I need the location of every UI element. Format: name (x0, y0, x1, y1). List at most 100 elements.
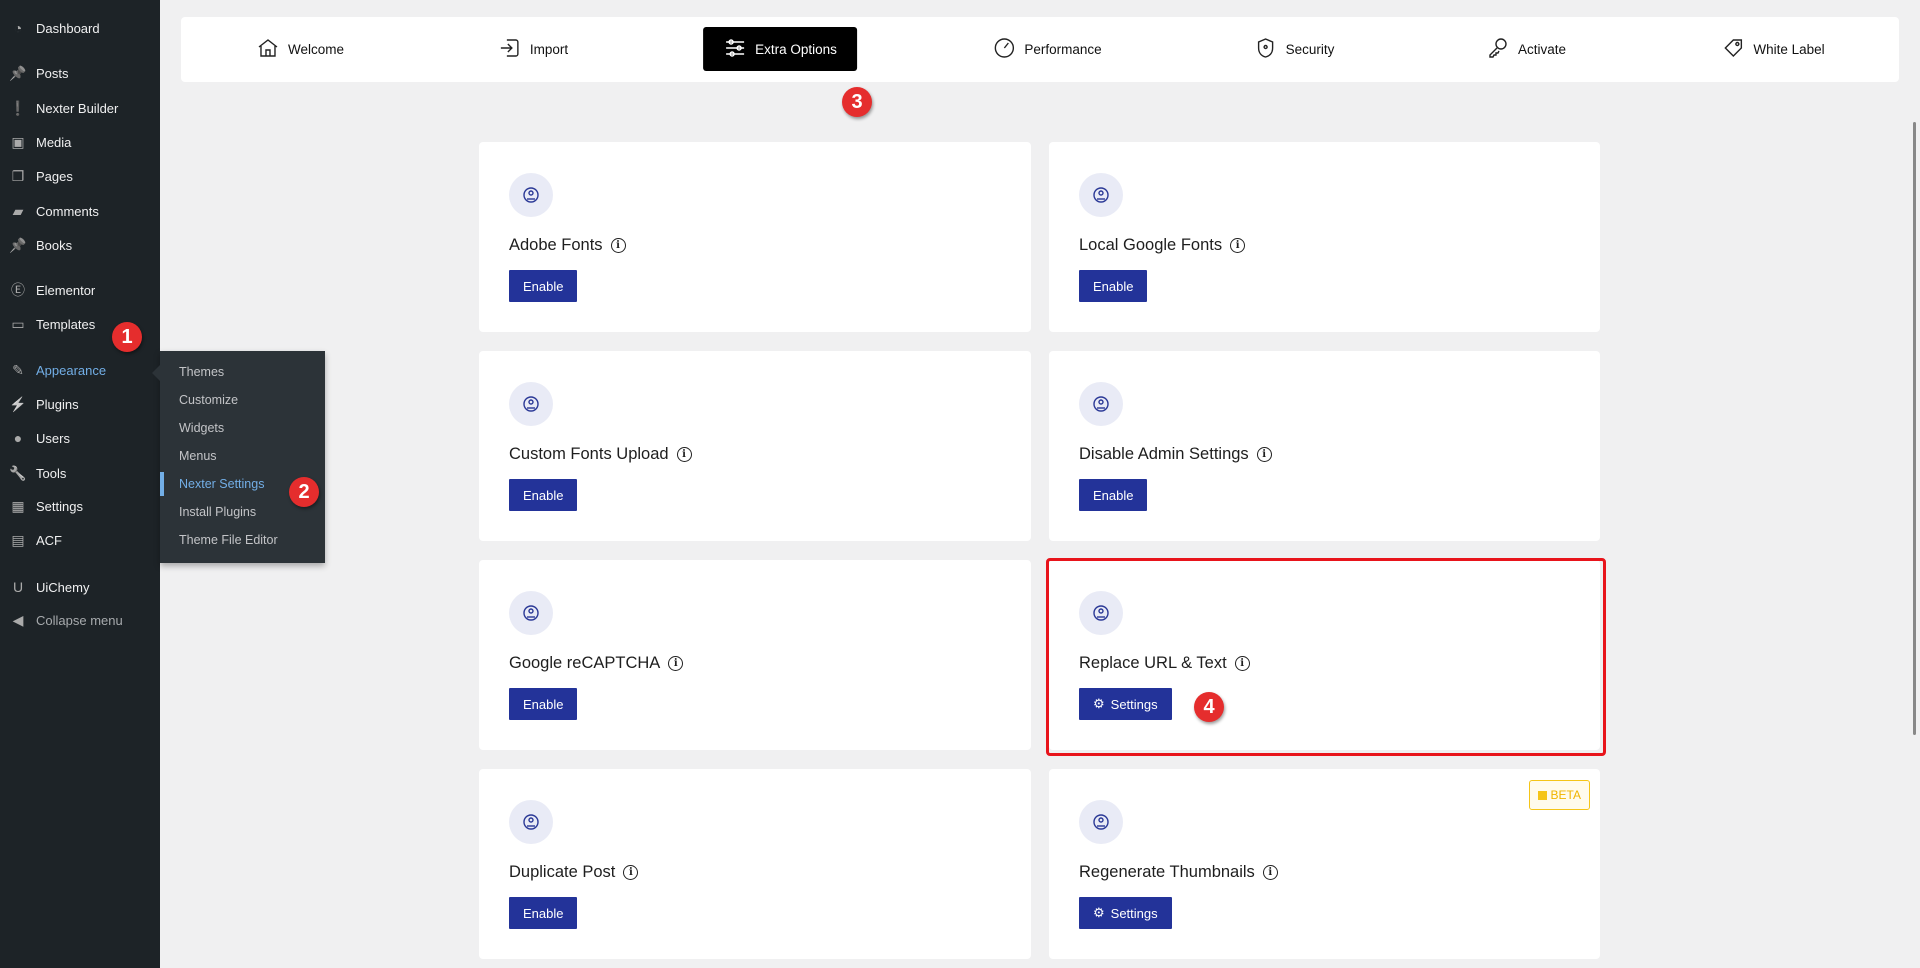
sidebar-item-label: Templates (36, 316, 96, 332)
folder-icon: ▭ (11, 315, 25, 332)
tab-label: Extra Options (755, 41, 837, 57)
badge-square-icon (1537, 790, 1547, 800)
sidebar-item-nexter-builder[interactable]: ❗ Nexter Builder (0, 93, 160, 123)
annotation-badge-2: 2 (289, 477, 319, 507)
sidebar-item-elementor[interactable]: Ⓔ Elementor (0, 275, 160, 305)
info-icon[interactable]: i (610, 238, 626, 253)
option-card-replace-url-text: Replace URL & Text i ⚙ Settings (1049, 560, 1600, 750)
card-title: Regenerate Thumbnails i (1079, 863, 1278, 882)
settings-button[interactable]: ⚙ Settings (1079, 688, 1172, 720)
enable-button[interactable]: Enable (1079, 479, 1148, 511)
sidebar-item-label: Settings (36, 498, 83, 514)
tab-performance[interactable]: Performance (972, 27, 1121, 71)
settings-button[interactable]: ⚙ Settings (1079, 897, 1172, 929)
sidebar-item-users[interactable]: ● Users (0, 423, 160, 453)
tab-import[interactable]: Import (478, 27, 588, 71)
annotation-badge-4: 4 (1194, 692, 1224, 722)
submenu-item-widgets[interactable]: Widgets (160, 416, 325, 440)
card-title: Adobe Fonts i (509, 236, 626, 255)
sidebar-item-label: Tools (36, 465, 67, 481)
card-title: Replace URL & Text i (1079, 654, 1250, 673)
sidebar-item-label: Users (36, 430, 70, 446)
enable-button[interactable]: Enable (1079, 270, 1148, 302)
font-upload-icon (509, 382, 553, 426)
tab-label: Activate (1517, 41, 1567, 57)
card-title-text: Disable Admin Settings (1079, 445, 1249, 463)
sidebar-item-settings[interactable]: ▦ Settings (0, 491, 160, 521)
gear-icon: ⚙ (1093, 696, 1105, 711)
info-icon[interactable]: i (1262, 865, 1278, 880)
tab-label: Performance (1024, 41, 1102, 57)
sidebar-item-media[interactable]: ▣ Media (0, 127, 160, 157)
submenu-item-menus[interactable]: Menus (160, 444, 325, 468)
annotation-badge-1: 1 (112, 322, 142, 352)
gauge-icon (992, 36, 1016, 63)
sidebar-item-posts[interactable]: 📌 Posts (0, 58, 160, 88)
tab-activate[interactable]: Activate (1466, 27, 1586, 71)
tag-icon (1721, 36, 1745, 63)
sidebar-item-books[interactable]: 📌 Books (0, 230, 160, 260)
option-card-custom-fonts-upload: Custom Fonts Upload i Enable (479, 351, 1031, 541)
sidebar-item-dashboard[interactable]: ◔ Dashboard (0, 13, 160, 43)
info-icon[interactable]: i (623, 865, 639, 880)
google-fonts-icon (1079, 173, 1123, 217)
info-icon[interactable]: i (1256, 447, 1272, 462)
scrollbar[interactable] (1913, 122, 1916, 735)
info-icon[interactable]: i (668, 656, 684, 671)
sidebar-item-collapse-menu[interactable]: ◀ Collapse menu (0, 605, 160, 635)
enable-button[interactable]: Enable (509, 479, 578, 511)
sidebar-item-label: Pages (36, 168, 73, 184)
info-icon[interactable]: i (676, 447, 692, 462)
sidebar-item-plugins[interactable]: ⚡ Plugins (0, 389, 160, 419)
card-title-text: Local Google Fonts (1079, 236, 1223, 254)
acf-icon: ▤ (11, 531, 25, 548)
pages-icon: ❐ (11, 167, 25, 184)
option-card-google-recaptcha: Google reCAPTCHA i Enable (479, 560, 1031, 750)
enable-button[interactable]: Enable (509, 270, 578, 302)
info-icon[interactable]: i (1230, 238, 1246, 253)
key-icon (1486, 36, 1510, 63)
admin-sidebar: ◔ Dashboard 📌 Posts ❗ Nexter Builder ▣ Media ❐ Pa… (0, 0, 160, 968)
enable-button[interactable]: Enable (509, 897, 578, 929)
beta-badge: BETA (1528, 780, 1590, 810)
sidebar-item-label: Comments (36, 203, 99, 219)
card-title-text: Duplicate Post (509, 863, 616, 881)
tab-welcome[interactable]: Welcome (236, 27, 364, 71)
option-card-duplicate-post: Duplicate Post i Enable (479, 769, 1031, 959)
sidebar-item-acf[interactable]: ▤ ACF (0, 525, 160, 555)
sidebar-item-comments[interactable]: ▰ Comments (0, 196, 160, 226)
tab-extra-options[interactable]: Extra Options (703, 27, 857, 71)
tab-label: Security (1285, 41, 1335, 57)
sidebar-item-appearance[interactable]: ✎ Appearance (0, 355, 160, 385)
info-icon[interactable]: i (1234, 656, 1250, 671)
sidebar-item-label: ACF (36, 532, 62, 548)
card-title-text: Google reCAPTCHA (509, 654, 661, 672)
card-title: Custom Fonts Upload i (509, 445, 692, 464)
settings-icon: ▦ (11, 497, 25, 514)
sidebar-item-pages[interactable]: ❐ Pages (0, 161, 160, 191)
wrench-icon: 🔧 (9, 464, 27, 481)
submenu-item-theme-file-editor[interactable]: Theme File Editor (160, 528, 325, 552)
tab-label: Welcome (287, 41, 345, 57)
card-title-text: Replace URL & Text (1079, 654, 1227, 672)
sidebar-item-label: Plugins (36, 396, 79, 412)
submenu-item-themes[interactable]: Themes (160, 360, 325, 384)
tab-security[interactable]: Security (1234, 27, 1355, 71)
nexter-icon: ❗ (9, 99, 27, 116)
uichemy-icon: U (12, 579, 24, 595)
tab-white-label[interactable]: White Label (1701, 27, 1844, 71)
admin-settings-icon (1079, 382, 1123, 426)
sidebar-item-tools[interactable]: 🔧 Tools (0, 458, 160, 488)
sidebar-item-label: Posts (36, 65, 69, 81)
card-title: Local Google Fonts i (1079, 236, 1246, 255)
appearance-submenu: Themes Customize Widgets Menus Nexter Settin… (152, 351, 325, 563)
collapse-icon: ◀ (12, 611, 24, 628)
sidebar-item-uichemy[interactable]: U UiChemy (0, 572, 160, 602)
button-label: Enable (523, 905, 564, 921)
submenu-item-customize[interactable]: Customize (160, 388, 325, 412)
card-title: Google reCAPTCHA i (509, 654, 684, 673)
brush-icon: ✎ (12, 361, 24, 378)
button-label: Enable (523, 278, 564, 294)
enable-button[interactable]: Enable (509, 688, 578, 720)
sidebar-item-label: Media (36, 134, 72, 150)
